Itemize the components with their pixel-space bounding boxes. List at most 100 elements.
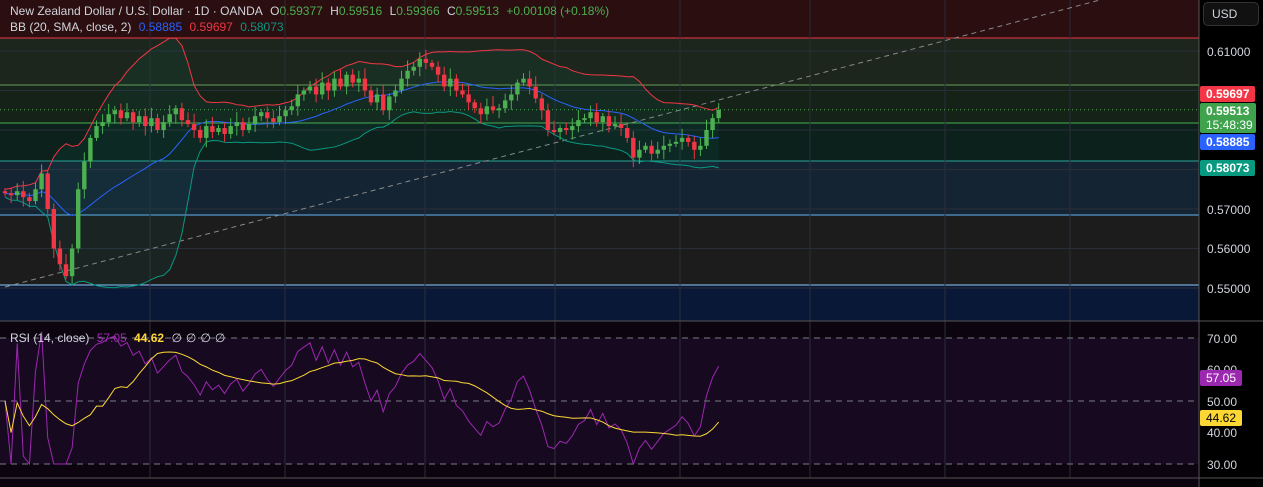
candle-body	[191, 124, 197, 130]
candle-body	[545, 110, 551, 130]
candle-body	[33, 189, 38, 202]
candle-body	[368, 90, 374, 103]
low-value: 0.59366	[396, 4, 440, 18]
candle-body	[655, 149, 660, 154]
candle-body	[8, 193, 14, 196]
candle-body	[143, 116, 148, 127]
candle-body	[496, 108, 502, 111]
candle-body	[393, 90, 398, 97]
candle-body	[490, 106, 496, 111]
candle-body	[265, 112, 270, 119]
candle-body	[198, 130, 203, 138]
candle-body	[417, 58, 422, 67]
candle-body	[289, 106, 294, 111]
candle-body	[472, 102, 477, 109]
candle-body	[387, 96, 392, 111]
price-tick: 0.57000	[1207, 203, 1251, 217]
candle-body	[210, 126, 215, 132]
candle-body	[179, 108, 185, 121]
candle-body	[478, 108, 483, 115]
candle-body	[338, 78, 343, 87]
candle-body	[313, 86, 319, 95]
candle-body	[448, 78, 453, 87]
candle-body	[698, 145, 703, 150]
candle-body	[515, 82, 520, 95]
candle-body	[710, 118, 715, 130]
candle-body	[130, 112, 136, 123]
candle-body	[100, 122, 105, 127]
rsi-ma-value: 44.62	[134, 331, 165, 345]
price-tick: 0.55000	[1207, 282, 1251, 296]
bb-label: BB (20, SMA, close, 2)	[10, 20, 132, 34]
candle-body	[509, 94, 514, 101]
candle-body	[460, 90, 465, 95]
currency-button[interactable]: USD	[1203, 2, 1259, 26]
candle-body	[112, 110, 117, 115]
candle-body	[283, 110, 288, 117]
candle-body	[21, 191, 26, 198]
candle-body	[173, 108, 178, 115]
candle-body	[686, 137, 691, 142]
candle-body	[51, 209, 56, 249]
candle-body	[234, 122, 239, 127]
candle-body	[277, 116, 282, 123]
candle-body	[667, 143, 673, 146]
rsi-label: RSI (14, close)	[10, 331, 90, 345]
candle-body	[344, 74, 349, 87]
candle-body	[631, 137, 636, 158]
candle-body	[454, 78, 459, 91]
candle-body	[661, 145, 666, 150]
candle-body	[228, 126, 233, 134]
candle-body	[679, 137, 685, 142]
candle-body	[88, 137, 93, 162]
candle-body	[637, 149, 642, 158]
candle-body	[76, 189, 81, 249]
change-value: +0.00108 (+0.18%)	[506, 4, 610, 18]
candle-body	[320, 82, 325, 95]
candle-body	[612, 124, 618, 127]
bb-legend[interactable]: BB (20, SMA, close, 2) 0.58885 0.59697 0…	[10, 20, 288, 34]
rsi-value: 57.05	[96, 331, 127, 345]
candle-body	[27, 197, 32, 202]
candle-body	[503, 100, 508, 109]
candle-body	[94, 126, 99, 138]
candle-body	[45, 173, 50, 209]
candle-body	[564, 128, 569, 130]
candle-body	[137, 116, 142, 123]
candle-body	[362, 78, 368, 91]
candle-body	[606, 116, 612, 127]
candle-body	[149, 118, 154, 127]
candle-body	[716, 109, 721, 119]
candle-body	[259, 112, 264, 117]
candle-body	[405, 70, 410, 79]
candle-body	[643, 145, 648, 150]
countdown: 15:48:39	[1206, 118, 1253, 132]
rsi-ma-tag: 44.62	[1200, 410, 1243, 426]
candle-body	[570, 126, 575, 130]
candle-body	[118, 110, 124, 119]
candle-body	[15, 191, 20, 196]
candle-body	[618, 124, 624, 129]
candle-body	[423, 58, 429, 63]
candle-body	[252, 116, 258, 125]
candle-body	[649, 145, 654, 154]
candle-body	[594, 112, 599, 123]
candle-body	[106, 114, 111, 123]
rsi-legend[interactable]: RSI (14, close) 57.05 44.62 ∅ ∅ ∅ ∅	[10, 331, 229, 345]
candle-body	[625, 128, 630, 138]
bb-lower-value: 0.58073	[240, 20, 284, 34]
candle-body	[533, 86, 538, 99]
bb-upper-value: 0.59697	[189, 20, 233, 34]
candle-body	[435, 66, 441, 75]
rsi-tag: 57.05	[1200, 370, 1243, 386]
candle-body	[381, 94, 386, 111]
candle-body	[246, 124, 252, 130]
candle-body	[69, 248, 75, 277]
bb-basis-value: 0.58885	[138, 20, 183, 34]
candle-body	[582, 118, 587, 121]
chart-canvas[interactable]	[0, 0, 1263, 487]
candle-body	[240, 122, 246, 130]
candle-body	[704, 130, 709, 146]
candle-body	[185, 120, 191, 125]
candle-body	[350, 74, 355, 83]
